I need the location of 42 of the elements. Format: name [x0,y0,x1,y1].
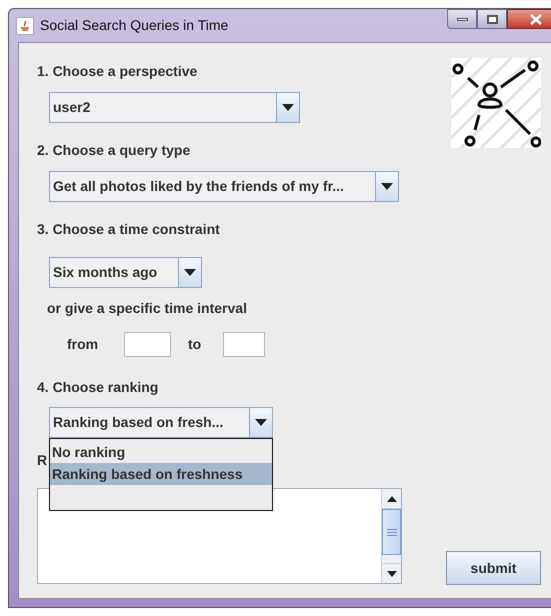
caret-icon [381,183,393,190]
minimize-icon [456,18,468,20]
section-label: 3. Choose a time constraint [37,220,221,239]
section-label: 4. Choose ranking [37,378,160,397]
results-label: R [37,452,48,468]
ranking-combo[interactable]: Ranking based on fresh... [49,407,273,438]
section-label: 2. Choose a query type [37,141,192,160]
caret-icon [255,419,267,426]
down-arrow-icon [386,570,396,576]
scroll-thumb[interactable] [382,509,401,555]
up-arrow-icon [386,496,396,502]
maximize-button[interactable] [477,9,507,29]
combo-value: user2 [52,98,92,117]
section-label: 1. Choose a perspective [37,62,198,81]
network-person-icon [451,58,541,148]
dropdown-button[interactable] [178,258,201,287]
from-field[interactable] [124,332,171,357]
minimize-button[interactable] [447,9,477,29]
dropdown-button[interactable] [375,172,398,201]
to-label: to [188,335,202,354]
close-icon [530,14,542,24]
section-label: or give a specific time interval [47,299,248,318]
combo-value: Six months ago [52,263,158,282]
dropdown-option[interactable]: No ranking [50,441,272,463]
close-button[interactable] [507,9,551,29]
time-constraint-combo[interactable]: Six months ago [49,257,202,288]
combo-value: Ranking based on fresh... [52,413,224,432]
perspective-combo[interactable]: user2 [49,92,300,123]
maximize-icon [486,14,498,24]
dropdown-button[interactable] [249,408,272,437]
submit-button[interactable]: submit [446,551,541,585]
to-field[interactable] [223,332,265,357]
scrollbar[interactable] [381,489,401,583]
dropdown-button[interactable] [276,93,299,122]
window-title: Social Search Queries in Time [40,16,228,35]
caret-icon [184,269,196,276]
caret-icon [282,104,294,111]
dropdown-option[interactable]: Ranking based on freshness [50,463,272,485]
app-icon [16,16,34,34]
combo-value: Get all photos liked by the friends of my fr... [52,177,345,196]
query-type-combo[interactable]: Get all photos liked by the friends of my fr... [49,171,399,202]
from-label: from [67,335,100,354]
